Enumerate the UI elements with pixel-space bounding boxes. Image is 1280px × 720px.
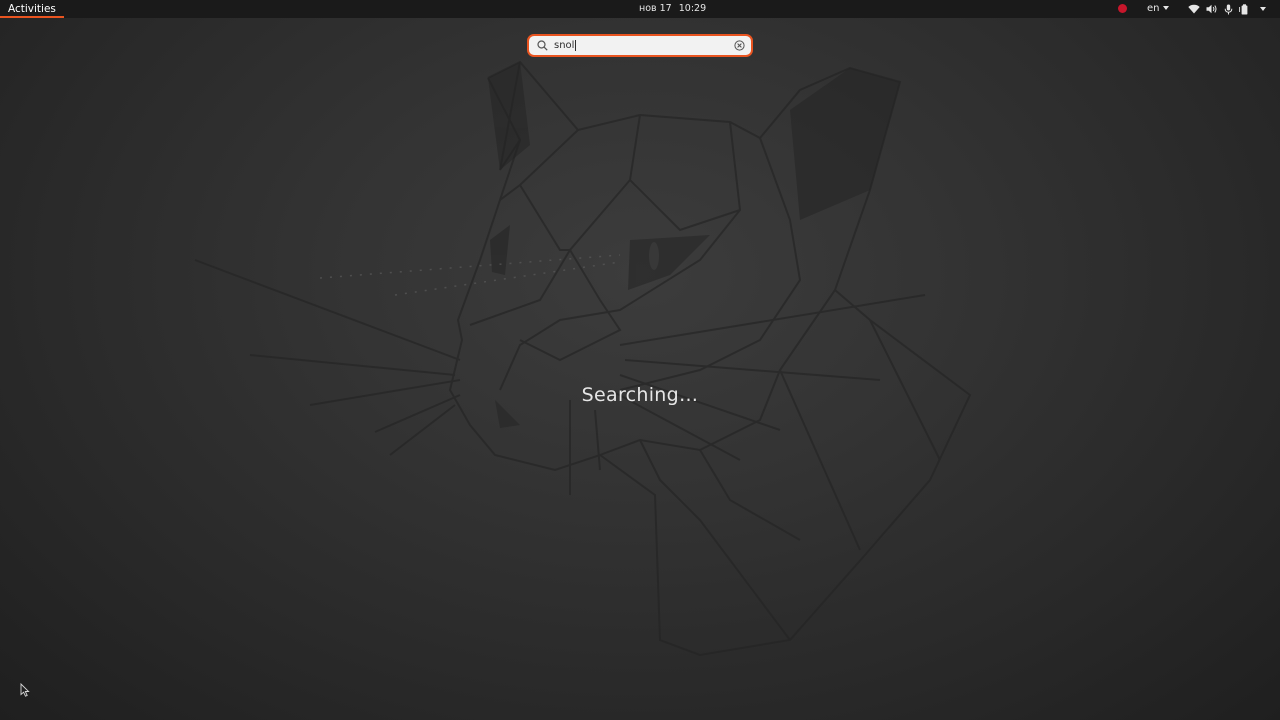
clock-menu[interactable]: нов 17 10:29: [639, 0, 706, 18]
keyboard-layout-label: en: [1147, 3, 1160, 14]
system-menu[interactable]: [1188, 2, 1266, 16]
text-cursor: [575, 39, 577, 51]
chevron-down-icon: [1162, 6, 1169, 10]
wallpaper-cat-illustration: [194, 60, 972, 657]
top-bar: Activities нов 17 10:29 en: [0, 0, 1280, 18]
volume-icon: [1206, 4, 1217, 14]
keyboard-layout-menu[interactable]: en: [1147, 0, 1169, 18]
search-icon: [537, 40, 548, 51]
microphone-icon: [1224, 4, 1233, 14]
mouse-pointer-icon: [20, 683, 30, 697]
system-menu-chevron-down-icon: [1260, 7, 1266, 11]
recording-indicator-icon[interactable]: [1118, 4, 1127, 13]
search-status-message: Searching…: [581, 384, 699, 406]
clear-search-icon[interactable]: [734, 40, 745, 51]
search-input-text: snol: [554, 40, 575, 51]
clock-date: нов 17: [639, 3, 672, 14]
search-entry[interactable]: snol: [527, 34, 753, 57]
overview-screen: Activities нов 17 10:29 en snol Searchin…: [0, 0, 1280, 720]
wifi-icon: [1188, 4, 1200, 14]
search-input[interactable]: snol: [554, 36, 577, 55]
activities-button[interactable]: Activities: [0, 0, 64, 18]
battery-icon: [1239, 3, 1248, 14]
clock-time: 10:29: [678, 3, 707, 14]
